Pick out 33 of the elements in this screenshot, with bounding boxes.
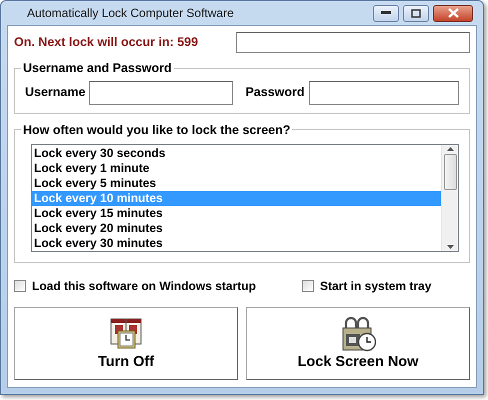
status-field[interactable] (236, 32, 470, 53)
checkbox[interactable] (302, 280, 314, 292)
list-item[interactable]: Lock every 30 minutes (32, 236, 441, 251)
scroll-down-icon[interactable] (446, 245, 454, 249)
maximize-icon (411, 8, 421, 18)
close-icon (448, 8, 458, 18)
scrollbar[interactable] (441, 145, 458, 251)
checkbox-label: Load this software on Windows startup (32, 278, 256, 295)
scroll-up-icon[interactable] (446, 147, 454, 151)
username-field[interactable] (89, 80, 234, 104)
username-label: Username (25, 84, 86, 102)
list-item[interactable]: Lock every 5 minutes (32, 176, 441, 191)
action-button[interactable]: Turn Off (14, 307, 238, 380)
group-title: How often would you like to lock the screen? (22, 124, 292, 136)
list-item[interactable]: Lock every 20 minutes (32, 221, 441, 236)
action-button[interactable]: Lock Screen Now (246, 307, 470, 380)
list-item[interactable]: Lock every 30 seconds (32, 146, 441, 161)
group-title: Username and Password (22, 62, 173, 74)
window-title: Automatically Lock Computer Software (27, 5, 234, 22)
list-item[interactable]: Lock every 1 minute (32, 161, 441, 176)
checkbox[interactable] (14, 280, 26, 292)
password-label: Password (245, 84, 305, 102)
password-field[interactable] (308, 80, 459, 104)
list-item[interactable]: Lock every 15 minutes (32, 206, 441, 221)
maximize-button[interactable] (403, 4, 429, 22)
close-button[interactable] (433, 4, 473, 22)
minimize-icon (381, 11, 391, 15)
checkbox-label: Start in system tray (320, 278, 432, 295)
status-text: On. Next lock will occur in: 599 (14, 34, 198, 52)
padlock-clock-icon (340, 316, 376, 352)
interval-list[interactable]: Lock every 30 seconds Lock every 1 minute Lock every 5 minutes Lock every 10 minutes Lock every 15 minutes Lock every 20 minutes Lock every 30 minutes (31, 144, 459, 252)
minimize-button[interactable] (373, 4, 399, 22)
calendar-clock-icon (109, 316, 143, 350)
